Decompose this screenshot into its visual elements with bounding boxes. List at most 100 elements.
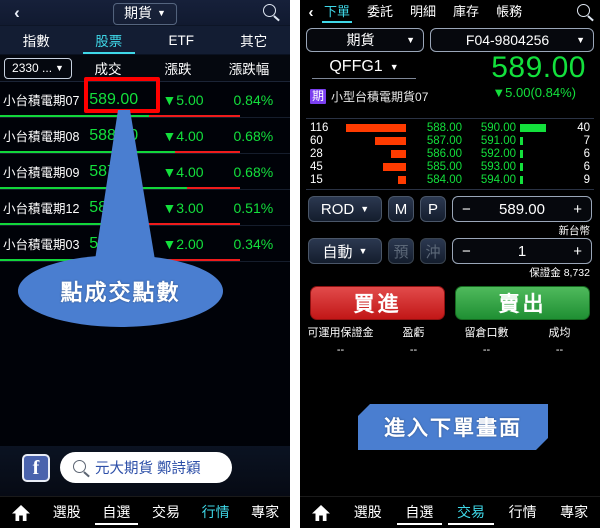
bid-depth-bar	[336, 175, 408, 184]
market-price-button[interactable]: M	[388, 196, 414, 222]
ask-price[interactable]: 592.00	[462, 148, 516, 160]
tab-account[interactable]: 帳務	[494, 1, 524, 23]
home-icon[interactable]	[300, 504, 342, 522]
product-title-dropdown[interactable]: 期貨 ▼	[113, 3, 177, 25]
quantity-decrement-button[interactable]: −	[462, 243, 471, 260]
quote-change-pct: 0.84%	[233, 91, 274, 108]
price-input[interactable]: 589.00	[471, 201, 573, 218]
ask-price[interactable]: 590.00	[462, 122, 516, 134]
limit-price-button[interactable]: P	[420, 196, 446, 222]
column-header-change[interactable]: 漲跌	[144, 58, 212, 78]
nav-item-screener[interactable]: 選股	[342, 502, 394, 524]
price-decrement-button[interactable]: −	[462, 201, 471, 218]
promo-search-text: 元大期貨 鄭詩穎	[95, 461, 201, 477]
offset-button[interactable]: 沖	[420, 238, 446, 264]
account-info-value: --	[336, 344, 345, 356]
tab-details[interactable]: 明細	[408, 1, 438, 23]
tab-entrust[interactable]: 委託	[365, 1, 395, 23]
tab-other[interactable]: 其它	[218, 26, 291, 54]
account-info-value: --	[409, 344, 418, 356]
ask-price[interactable]: 594.00	[462, 174, 516, 186]
chevron-down-icon: ▼	[358, 245, 368, 256]
quote-row[interactable]: 小台積電期07 589.00 ▼5.00 0.84%	[0, 82, 290, 118]
left-topbar: ‹ 期貨 ▼	[0, 0, 290, 26]
nav-item-watchlist[interactable]: 自選	[394, 502, 446, 525]
nav-item-expert[interactable]: 專家	[548, 502, 600, 524]
quote-change-pct: 0.51%	[233, 199, 274, 216]
chevron-left-icon[interactable]: ‹	[8, 3, 26, 23]
order-book[interactable]: 116 588.00 590.00 40 60 587.00 591.00 7 28 586.00…	[306, 118, 594, 190]
facebook-icon[interactable]: f	[22, 454, 50, 482]
quote-row[interactable]: 小台積電期08 588.00 ▼4.00 0.68%	[0, 118, 290, 154]
order-type-select[interactable]: ROD ▼	[308, 196, 382, 222]
chevron-down-icon: ▼	[157, 8, 166, 18]
promo-search-field[interactable]: 元大期貨 鄭詩穎	[60, 452, 232, 483]
tab-etf[interactable]: ETF	[145, 26, 218, 54]
quantity-input[interactable]: 1	[471, 243, 573, 260]
tab-stock[interactable]: 股票	[73, 26, 146, 54]
action-buttons: 買進 賣出	[300, 280, 600, 320]
order-book-row[interactable]: 45 585.00 593.00 6	[306, 160, 594, 173]
quantity-stepper[interactable]: − 1 +	[452, 238, 592, 264]
bid-depth-bar	[336, 162, 408, 171]
bid-price[interactable]: 585.00	[408, 161, 462, 173]
column-header-change-pct[interactable]: 漲跌幅	[212, 58, 286, 78]
product-type-select[interactable]: 期貨 ▼	[306, 28, 424, 52]
quote-name: 小台積電期08	[3, 130, 80, 144]
account-number-select[interactable]: F04-9804256 ▼	[430, 28, 594, 52]
quote-row[interactable]: 小台積電期09 587.00 ▼4.00 0.68%	[0, 154, 290, 190]
search-icon[interactable]	[576, 3, 594, 22]
annotation-banner: 進入下單畫面	[358, 404, 548, 450]
product-title-label: 期貨	[124, 5, 153, 21]
tab-order[interactable]: 下單	[322, 1, 353, 23]
quote-row[interactable]: 小台積電期12 584.00 ▼3.00 0.51%	[0, 190, 290, 226]
quote-price: 581.00	[89, 234, 139, 252]
account-info-cell: 盈虧 --	[377, 324, 450, 356]
search-icon[interactable]	[262, 3, 282, 23]
ask-depth-bar	[516, 162, 566, 171]
category-tabs: 指數 股票 ETF 其它	[0, 26, 290, 55]
price-increment-button[interactable]: +	[573, 201, 582, 218]
order-book-row[interactable]: 28 586.00 592.00 6	[306, 147, 594, 160]
tab-index-label: 指數	[22, 34, 50, 49]
nav-item-watchlist[interactable]: 自選	[92, 502, 142, 525]
home-icon[interactable]	[0, 504, 42, 522]
bid-depth-bar	[336, 136, 408, 145]
left-bottom-nav: 選股 自選 交易 行情 專家	[0, 496, 290, 528]
quantity-increment-button[interactable]: +	[573, 243, 582, 260]
buy-button[interactable]: 買進	[310, 286, 445, 320]
annotation-bubble-text: 點成交點數	[60, 280, 181, 305]
bid-price[interactable]: 586.00	[408, 148, 462, 160]
symbol-filter-dropdown[interactable]: 2330 ... ▼	[4, 57, 72, 79]
right-topbar: ‹ 下單 委託 明細 庫存 帳務	[300, 0, 600, 24]
bid-price[interactable]: 588.00	[408, 122, 462, 134]
auto-mode-select[interactable]: 自動 ▼	[308, 238, 382, 264]
right-bottom-nav: 選股 自選 交易 行情 專家	[300, 496, 600, 528]
ask-price[interactable]: 591.00	[462, 135, 516, 147]
tab-stock-label: 股票	[95, 34, 123, 49]
order-book-row[interactable]: 15 584.00 594.00 9	[306, 173, 594, 186]
bid-qty: 116	[310, 121, 329, 134]
nav-item-trade[interactable]: 交易	[141, 502, 191, 524]
auto-mode-label: 自動	[322, 243, 353, 261]
chevron-left-icon[interactable]: ‹	[300, 4, 322, 21]
tab-index[interactable]: 指數	[0, 26, 73, 54]
nav-item-screener[interactable]: 選股	[42, 502, 92, 524]
order-book-row[interactable]: 60 587.00 591.00 7	[306, 134, 594, 147]
nav-item-trade[interactable]: 交易	[445, 502, 497, 525]
nav-item-expert[interactable]: 專家	[240, 502, 290, 524]
reserve-button[interactable]: 預	[388, 238, 414, 264]
quote-change-pct: 0.68%	[233, 163, 274, 180]
nav-item-quotes[interactable]: 行情	[497, 502, 549, 524]
column-header-price[interactable]: 成交	[72, 58, 144, 78]
bid-price[interactable]: 584.00	[408, 174, 462, 186]
ask-price[interactable]: 593.00	[462, 161, 516, 173]
tab-inventory[interactable]: 庫存	[451, 1, 481, 23]
price-stepper[interactable]: − 589.00 +	[452, 196, 592, 222]
symbol-select[interactable]: QFFG1 ▼	[312, 58, 416, 79]
sell-button[interactable]: 賣出	[455, 286, 590, 320]
account-info-value: --	[482, 344, 491, 356]
bid-price[interactable]: 587.00	[408, 135, 462, 147]
order-book-row[interactable]: 116 588.00 590.00 40	[306, 121, 594, 134]
nav-item-quotes[interactable]: 行情	[191, 502, 241, 524]
